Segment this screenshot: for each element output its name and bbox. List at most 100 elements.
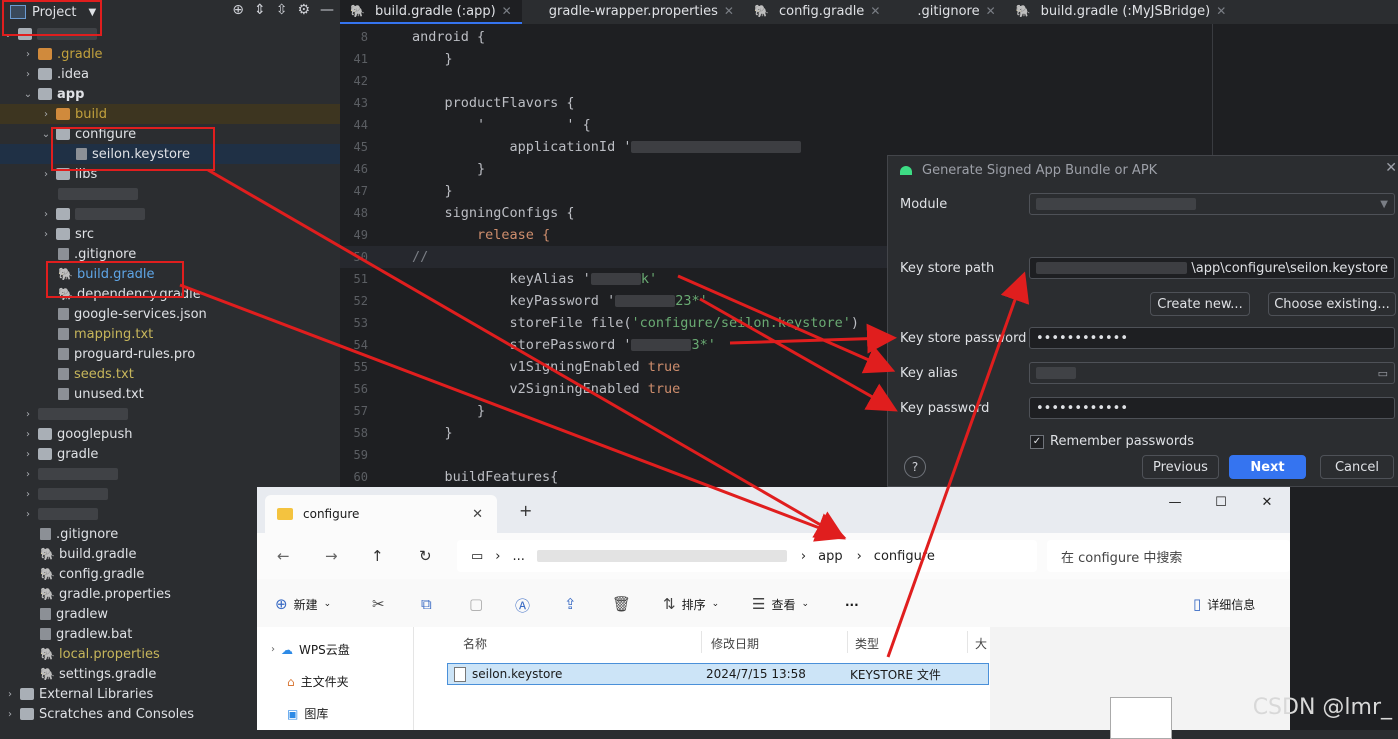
help-button[interactable]: ? <box>904 456 926 478</box>
chevron-right-icon[interactable]: › <box>40 109 52 120</box>
close-icon[interactable]: ✕ <box>1244 487 1290 517</box>
close-icon[interactable]: ✕ <box>502 4 512 18</box>
chevron-right-icon[interactable]: › <box>22 429 34 440</box>
tree-item-gradle[interactable]: › gradle <box>0 444 340 464</box>
file-row-seilon-keystore[interactable]: seilon.keystore 2024/7/15 13:58 KEYSTORE… <box>447 663 989 685</box>
back-icon[interactable]: ← <box>277 547 290 565</box>
choose-existing-button[interactable]: Choose existing... <box>1268 292 1396 316</box>
previous-button[interactable]: Previous <box>1142 455 1219 479</box>
chevron-right-icon[interactable]: › <box>22 449 34 460</box>
column-header-name[interactable]: 名称 <box>463 635 487 652</box>
tree-item-redacted[interactable] <box>0 184 340 204</box>
close-icon[interactable]: ✕ <box>986 4 996 18</box>
cut-icon[interactable]: ✂ <box>372 595 385 613</box>
close-icon[interactable]: ✕ <box>724 4 734 18</box>
close-icon[interactable]: ✕ <box>1385 160 1397 176</box>
tree-item-src[interactable]: › src <box>0 224 340 244</box>
key-store-password-field[interactable]: •••••••••••• <box>1029 327 1395 349</box>
chevron-right-icon[interactable]: › <box>22 49 34 60</box>
folder-browse-icon[interactable]: ▭ <box>1378 367 1388 380</box>
tree-item-seeds[interactable]: seeds.txt <box>0 364 340 384</box>
column-divider[interactable] <box>967 631 968 653</box>
chevron-right-icon[interactable]: › <box>40 229 52 240</box>
key-store-path-field[interactable]: \app\configure\seilon.keystore <box>1029 257 1395 279</box>
tree-item-redacted-2[interactable]: › <box>0 464 340 484</box>
minimize-icon[interactable]: — <box>1152 487 1198 517</box>
tree-item-redacted-module[interactable]: › <box>0 404 340 424</box>
details-button[interactable]: ▯ 详细信息 <box>1193 595 1255 613</box>
column-divider[interactable] <box>701 631 702 653</box>
create-new-button[interactable]: Create new... <box>1150 292 1250 316</box>
cancel-button[interactable]: Cancel <box>1320 455 1394 479</box>
tree-item-gradle-dir[interactable]: › .gradle <box>0 44 340 64</box>
tree-item-build-dir[interactable]: › build <box>0 104 340 124</box>
more-button[interactable]: ... <box>845 595 859 609</box>
chevron-right-icon[interactable]: › <box>801 549 806 564</box>
rename-icon[interactable]: Ⓐ <box>515 595 530 616</box>
column-divider[interactable] <box>847 631 848 653</box>
close-icon[interactable]: ✕ <box>1216 4 1226 18</box>
tree-item-google-services[interactable]: google-services.json <box>0 304 340 324</box>
share-icon[interactable]: ⇪ <box>564 595 577 613</box>
breadcrumb-configure[interactable]: configure <box>874 549 935 564</box>
tab-gitignore[interactable]: .gitignore ✕ <box>890 0 1005 24</box>
tree-item-redacted-dir[interactable]: › <box>0 204 340 224</box>
copy-icon[interactable]: ⧉ <box>421 595 432 613</box>
address-bar[interactable]: ▭ › ... › app › configure <box>457 540 1037 572</box>
chevron-right-icon[interactable]: › <box>4 709 16 720</box>
column-header-date[interactable]: 修改日期 <box>711 635 759 652</box>
tree-item-googlepush[interactable]: › googlepush <box>0 424 340 444</box>
chevron-right-icon[interactable]: › <box>22 409 34 420</box>
search-input[interactable]: 在 configure 中搜索 <box>1047 540 1290 572</box>
chevron-right-icon[interactable]: › <box>271 644 275 655</box>
locate-icon[interactable]: ⊕ <box>232 2 244 18</box>
new-button[interactable]: ⊕ 新建 ⌄ <box>275 595 331 613</box>
up-icon[interactable]: ↑ <box>371 547 384 565</box>
key-alias-field[interactable]: ▭ <box>1029 362 1395 384</box>
tab-config-gradle[interactable]: 🐘 config.gradle ✕ <box>744 0 890 24</box>
new-tab-icon[interactable]: + <box>519 501 532 520</box>
expand-all-icon[interactable]: ⇕ <box>254 2 266 18</box>
chevron-right-icon[interactable]: › <box>22 69 34 80</box>
chevron-right-icon[interactable]: › <box>857 549 862 564</box>
close-icon[interactable]: ✕ <box>870 4 880 18</box>
tree-item-proguard[interactable]: proguard-rules.pro <box>0 344 340 364</box>
collapse-all-icon[interactable]: ⇳ <box>276 2 288 18</box>
chevron-right-icon[interactable]: › <box>4 689 16 700</box>
chevron-right-icon[interactable]: › <box>22 489 34 500</box>
minimize-icon[interactable]: — <box>320 2 334 18</box>
tree-item-mapping[interactable]: mapping.txt <box>0 324 340 344</box>
breadcrumb-app[interactable]: app <box>818 549 842 564</box>
nav-item-gallery[interactable]: ▣ 图库 <box>287 705 328 722</box>
sort-button[interactable]: ⇅ 排序 ⌄ <box>663 595 719 613</box>
chevron-down-icon[interactable]: ▼ <box>1380 199 1388 210</box>
tree-item-unused[interactable]: unused.txt <box>0 384 340 404</box>
chevron-right-icon[interactable]: › <box>22 509 34 520</box>
chevron-right-icon[interactable]: › <box>40 209 52 220</box>
delete-icon[interactable]: 🗑 <box>612 595 631 613</box>
key-password-field[interactable]: •••••••••••• <box>1029 397 1395 419</box>
view-button[interactable]: ☰ 查看 ⌄ <box>752 595 809 613</box>
gear-icon[interactable]: ⚙ <box>297 2 310 18</box>
nav-item-wps-cloud[interactable]: › ☁ WPS云盘 <box>271 641 350 658</box>
tab-build-gradle-app[interactable]: 🐘 build.gradle (:app) ✕ <box>340 0 522 24</box>
chevron-right-icon[interactable]: › <box>22 469 34 480</box>
forward-icon[interactable]: → <box>325 547 338 565</box>
checkmark-icon[interactable]: ✓ <box>1030 434 1044 449</box>
close-icon[interactable]: ✕ <box>472 507 483 522</box>
tree-item-idea[interactable]: › .idea <box>0 64 340 84</box>
refresh-icon[interactable]: ↻ <box>419 547 432 565</box>
paste-icon[interactable]: ▢ <box>469 595 483 613</box>
column-header-type[interactable]: 类型 <box>855 635 879 652</box>
module-select[interactable]: ▼ <box>1029 193 1395 215</box>
remember-passwords-checkbox[interactable]: ✓ Remember passwords <box>1030 434 1194 449</box>
column-header-size[interactable]: 大 <box>975 635 987 652</box>
chevron-down-icon[interactable]: ⌄ <box>22 89 34 100</box>
tab-gradle-wrapper[interactable]: gradle-wrapper.properties ✕ <box>522 0 744 24</box>
tree-item-app[interactable]: ⌄ app <box>0 84 340 104</box>
explorer-tab[interactable]: configure ✕ <box>265 495 497 533</box>
chevron-right-icon[interactable]: › <box>495 549 500 564</box>
breadcrumb-ellipsis[interactable]: ... <box>513 549 525 564</box>
next-button[interactable]: Next <box>1229 455 1306 479</box>
tab-build-gradle-bridge[interactable]: 🐘 build.gradle (:MyJSBridge) ✕ <box>1006 0 1237 24</box>
